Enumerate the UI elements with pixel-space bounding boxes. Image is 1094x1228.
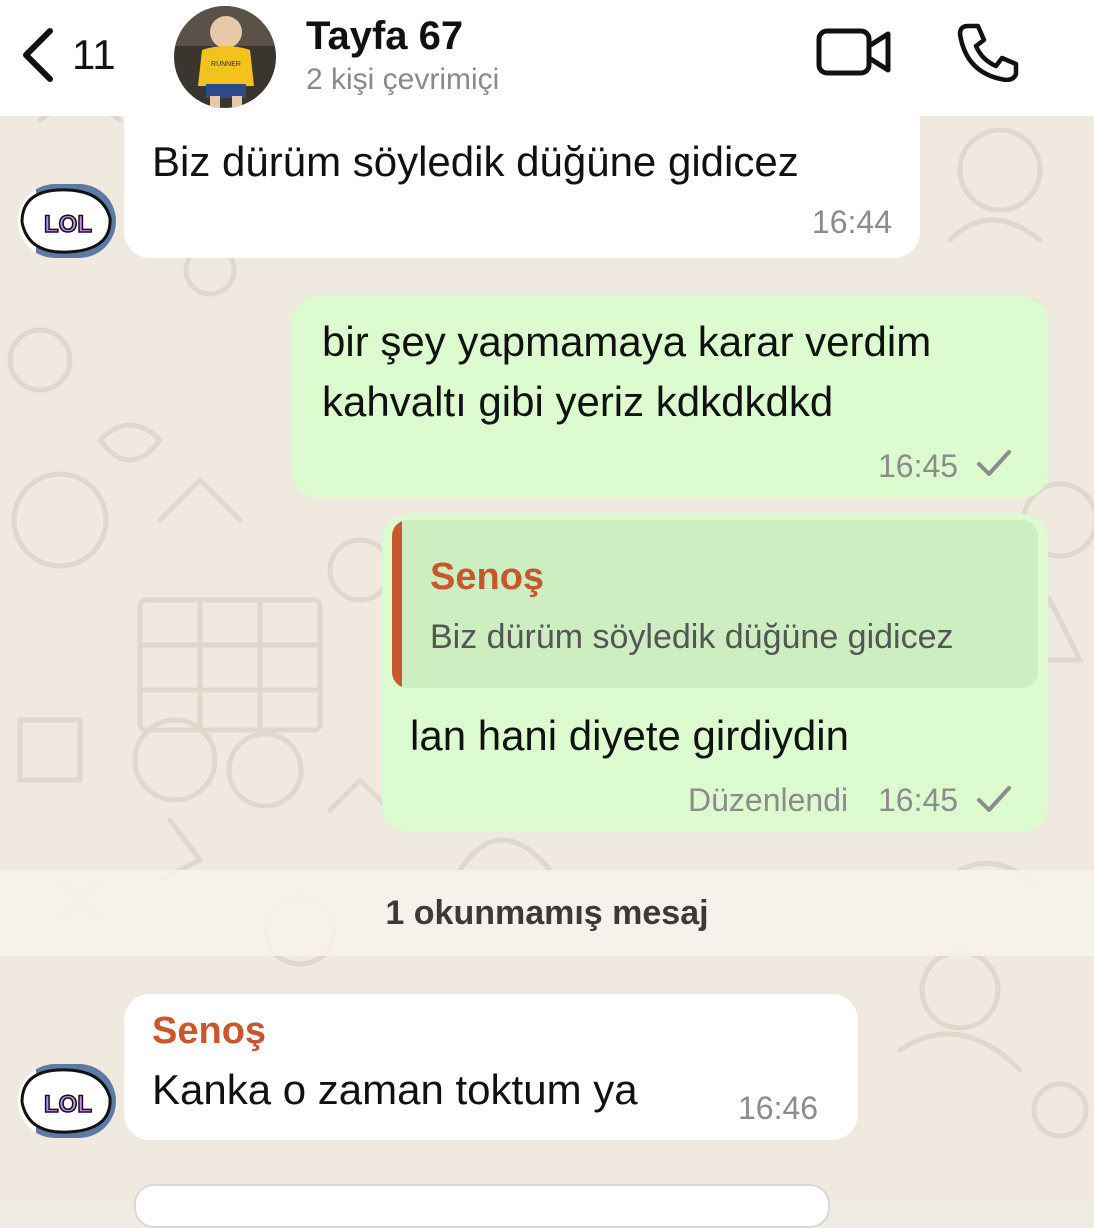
message-time: 16:44 bbox=[811, 204, 892, 240]
check-icon bbox=[977, 450, 1011, 476]
sender-avatar[interactable]: LOL bbox=[18, 1064, 116, 1138]
online-status: 2 kişi çevrimiçi bbox=[306, 63, 500, 96]
lol-sticker-icon: LOL bbox=[20, 184, 116, 258]
message-text-line-1: bir şey yapmamaya karar verdim bbox=[322, 318, 932, 365]
back-button[interactable]: 11 bbox=[18, 22, 138, 88]
voice-call-button[interactable] bbox=[956, 22, 1020, 83]
svg-text:RUNNER: RUNNER bbox=[211, 61, 241, 68]
message-input[interactable] bbox=[134, 1184, 830, 1228]
sender-name: Senoş bbox=[152, 1010, 267, 1052]
sender-avatar[interactable]: LOL bbox=[18, 184, 116, 258]
quote-accent-bar bbox=[392, 520, 402, 688]
message-text: Biz dürüm söyledik düğüne gidicez bbox=[152, 138, 799, 185]
message-time: 16:45 bbox=[878, 448, 959, 484]
message-time: 16:45 bbox=[878, 782, 959, 818]
child-photo: RUNNER bbox=[174, 6, 276, 108]
video-camera-icon bbox=[816, 28, 891, 76]
quote-sender: Senoş bbox=[430, 556, 545, 598]
message-text: lan hani diyete girdiydin bbox=[410, 712, 849, 759]
unread-chat-count: 11 bbox=[72, 31, 116, 78]
chevron-left-icon bbox=[23, 28, 53, 82]
incoming-message[interactable]: Biz dürüm söyledik düğüne gidicez 16:44 bbox=[124, 96, 920, 258]
incoming-message[interactable]: Senoş Kanka o zaman toktum ya 16:46 bbox=[124, 994, 858, 1140]
quote-text: Biz dürüm söyledik düğüne gidicez bbox=[430, 618, 954, 656]
outgoing-message[interactable]: bir şey yapmamaya karar verdim kahvaltı … bbox=[292, 296, 1048, 498]
svg-text:LOL: LOL bbox=[44, 1091, 92, 1118]
quoted-message[interactable]: Senoş Biz dürüm söyledik düğüne gidicez bbox=[392, 520, 1038, 688]
video-call-button[interactable] bbox=[816, 26, 892, 78]
unread-divider: 1 okunmamış mesaj bbox=[0, 870, 1094, 956]
chat-title-area[interactable]: Tayfa 67 2 kişi çevrimiçi bbox=[306, 12, 499, 100]
chat-header: 11 RUNNER Tayfa 67 2 kişi çevrimiçi bbox=[0, 0, 1094, 116]
lol-sticker-icon: LOL bbox=[20, 1064, 116, 1138]
chat-title: Tayfa 67 bbox=[306, 14, 464, 58]
message-text: Kanka o zaman toktum ya bbox=[152, 1066, 638, 1113]
svg-text:LOL: LOL bbox=[44, 211, 92, 238]
message-time: 16:46 bbox=[738, 1090, 819, 1126]
message-text-line-2: kahvaltı gibi yeriz kdkdkdkd bbox=[322, 378, 834, 425]
edited-label: Düzenlendi bbox=[688, 782, 849, 818]
check-icon bbox=[977, 786, 1011, 812]
group-avatar[interactable]: RUNNER bbox=[174, 6, 276, 108]
phone-icon bbox=[957, 23, 1019, 83]
